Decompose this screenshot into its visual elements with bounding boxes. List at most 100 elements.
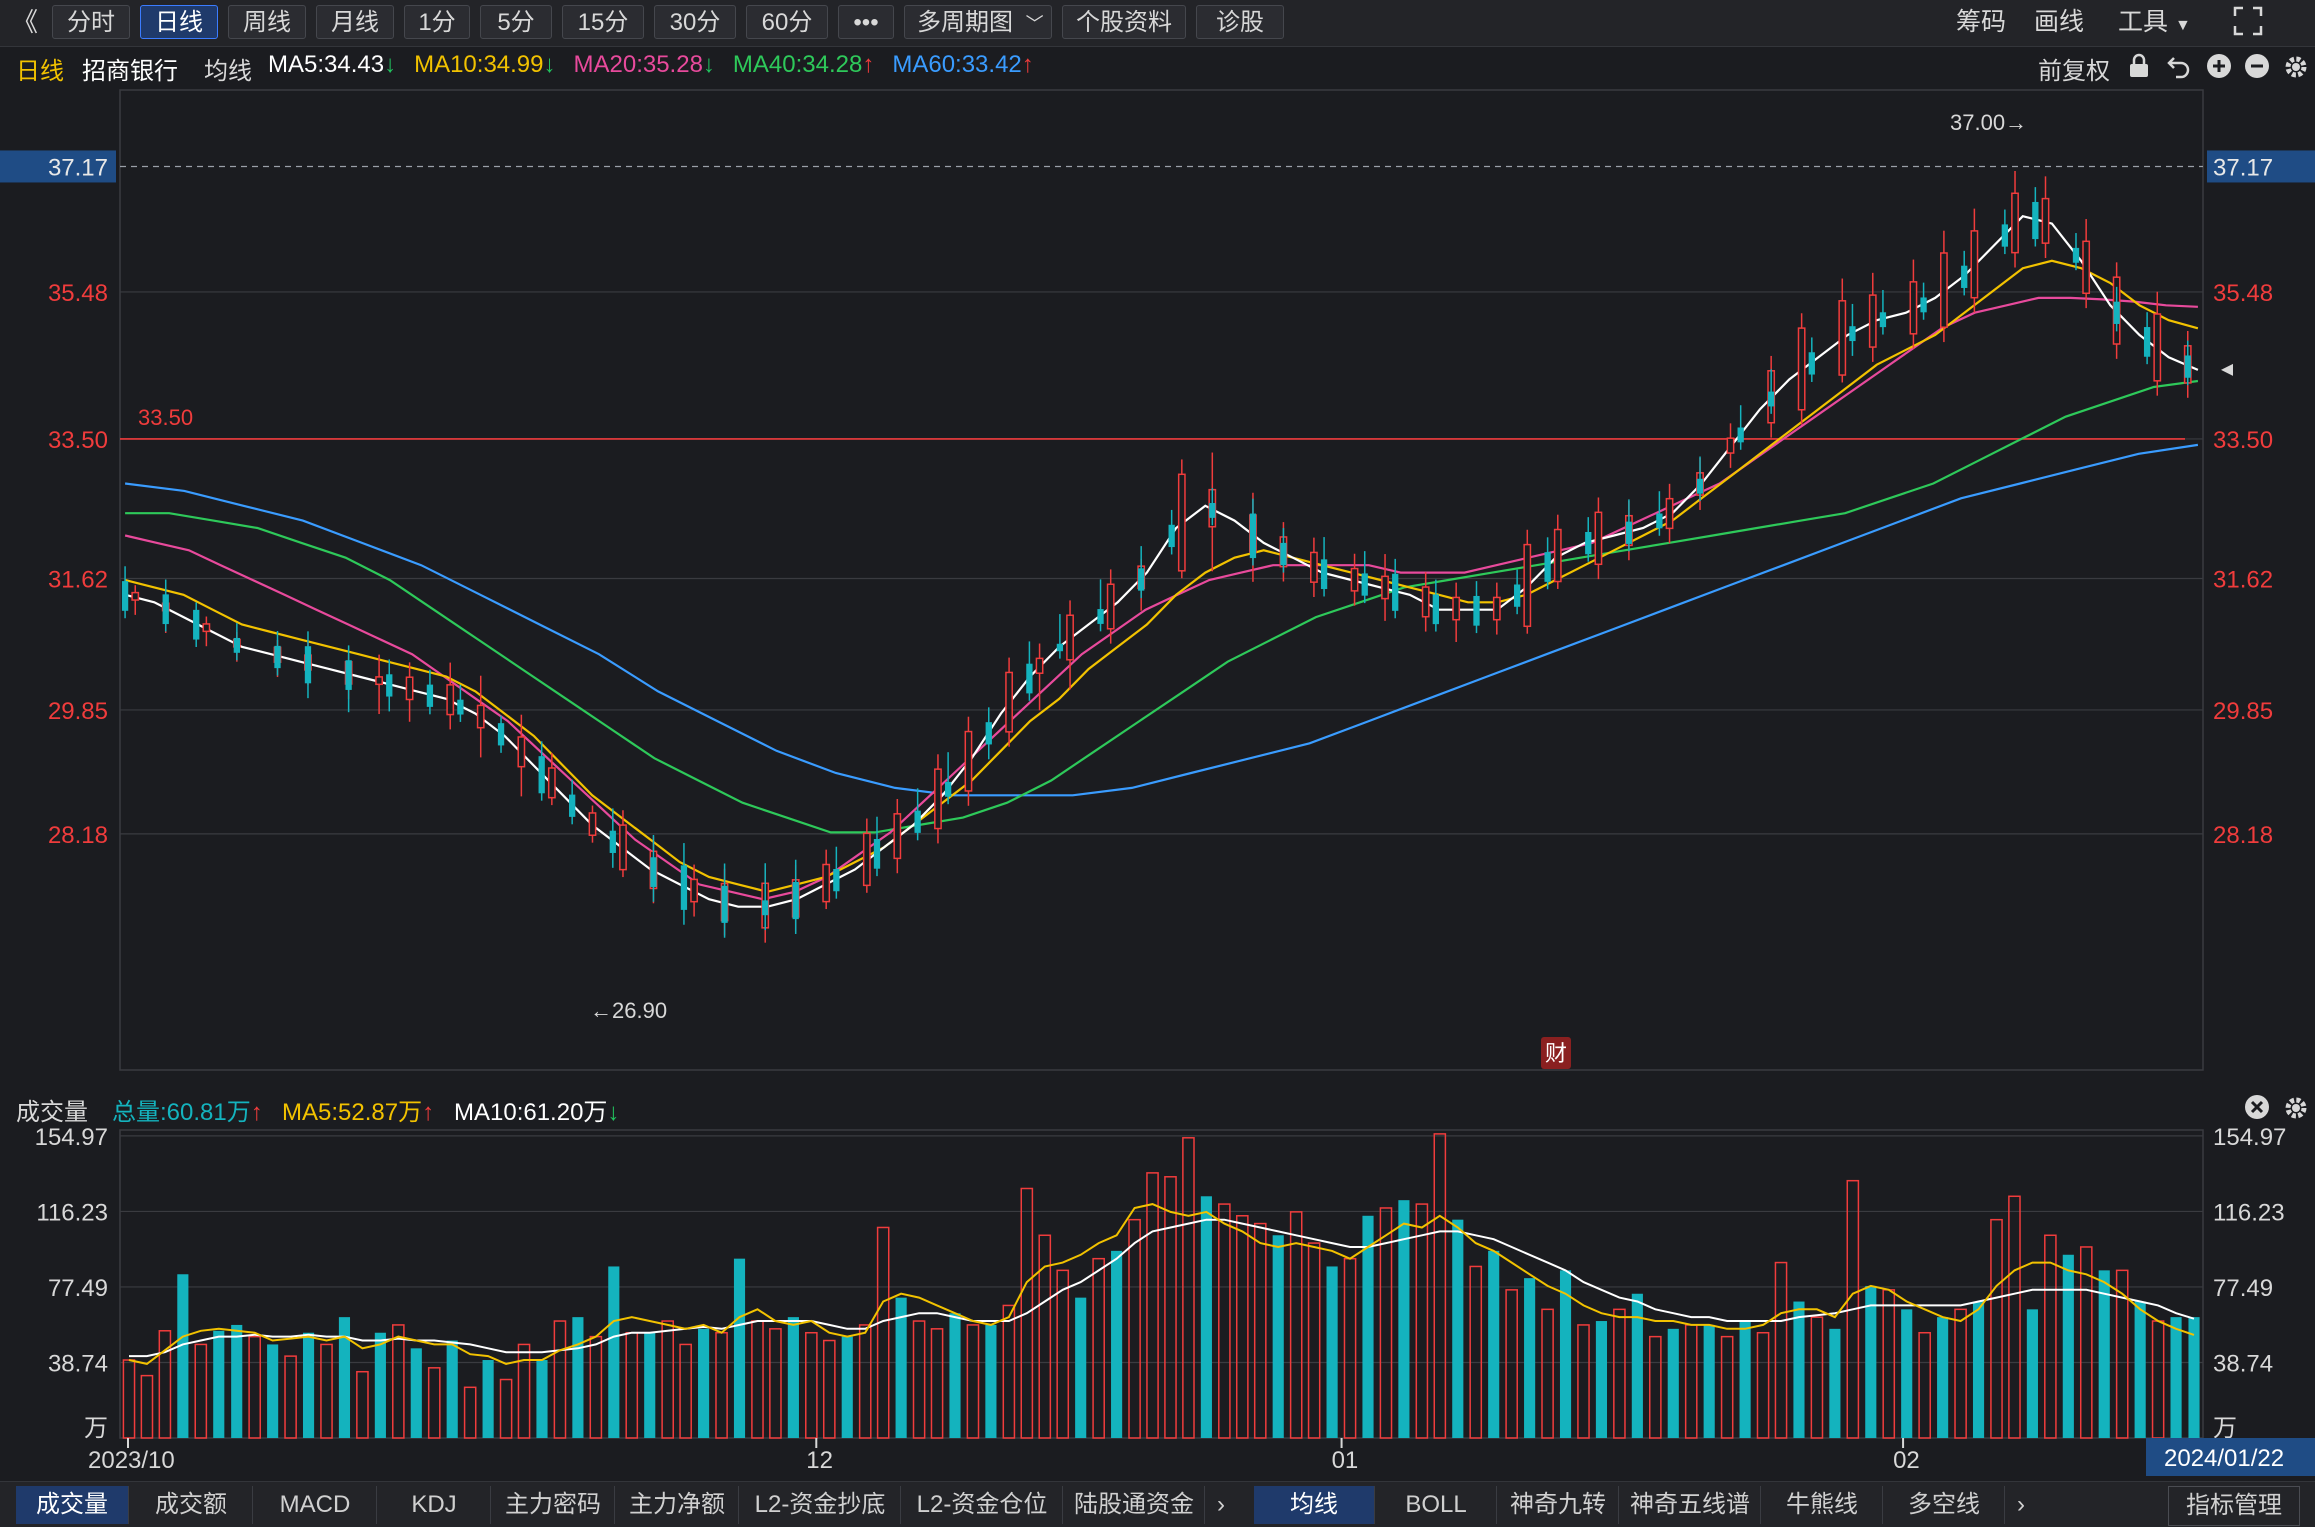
close-panel-icon[interactable] bbox=[2244, 1094, 2270, 1127]
volume-bar-down bbox=[2188, 1317, 2200, 1438]
down-candle bbox=[1544, 552, 1551, 582]
up-candle bbox=[1553, 528, 1562, 583]
undo-icon[interactable] bbox=[2166, 53, 2192, 86]
down-candle bbox=[1168, 524, 1175, 548]
double-chevron-left-icon[interactable]: 《 bbox=[12, 5, 38, 39]
adjust-mode-button[interactable]: 前复权 bbox=[2038, 51, 2110, 86]
volume-bar-down bbox=[572, 1317, 584, 1438]
tab-volume[interactable]: 成交量 bbox=[16, 1486, 129, 1524]
indicator-manage-button[interactable]: 指标管理 bbox=[2168, 1486, 2300, 1526]
up-candle bbox=[822, 863, 831, 903]
ma-trend-arrow: ↓ bbox=[543, 51, 556, 78]
ma-value-3: MA20:35.28↓ bbox=[573, 51, 715, 78]
down-candle bbox=[1808, 352, 1815, 375]
chips-button[interactable]: 筹码 bbox=[1956, 5, 2006, 39]
volume-bar-down bbox=[1901, 1309, 1913, 1438]
ma-value-2: MA10:34.99↓ bbox=[414, 51, 556, 78]
period-button-weekly[interactable]: 周线 bbox=[228, 5, 306, 39]
down-candle bbox=[457, 699, 464, 715]
tab-l2-position[interactable]: L2-资金仓位 bbox=[902, 1486, 1063, 1524]
price-tick-label-left: 29.85 bbox=[48, 698, 108, 725]
volume-bar-down bbox=[1488, 1250, 1500, 1438]
down-candle bbox=[2001, 224, 2009, 247]
volume-bar-up bbox=[715, 1331, 728, 1439]
chevron-right-icon[interactable]: › bbox=[1206, 1486, 1236, 1524]
date-tick-label: 2023/10 bbox=[88, 1447, 175, 1474]
diagnosis-button[interactable]: 诊股 bbox=[1196, 5, 1284, 39]
lock-icon[interactable] bbox=[2128, 53, 2150, 86]
date-tick-label: 01 bbox=[1332, 1447, 1359, 1474]
volume-settings-gear-icon[interactable] bbox=[2282, 1094, 2310, 1129]
tab-five-line[interactable]: 神奇五线谱 bbox=[1620, 1486, 1761, 1524]
tab-boll[interactable]: BOLL bbox=[1376, 1486, 1497, 1524]
moving-average-lines bbox=[124, 214, 2199, 908]
down-candle bbox=[2072, 247, 2080, 263]
kline-chart[interactable]: 37.17 37.17 35.48 35.48 33.50 33.50 31.62 31.62… bbox=[0, 88, 2315, 1480]
volume-bar-down bbox=[1075, 1297, 1087, 1438]
volume-bar-up bbox=[284, 1355, 297, 1439]
tab-kdj[interactable]: KDJ bbox=[378, 1486, 491, 1524]
tab-ma[interactable]: 均线 bbox=[1254, 1486, 1375, 1524]
volume-bar-down bbox=[2170, 1317, 2182, 1438]
multi-period-dropdown[interactable]: 多周期图 ﹀ bbox=[904, 5, 1052, 39]
tab-main-code[interactable]: 主力密码 bbox=[492, 1486, 615, 1524]
up-candle bbox=[202, 623, 211, 633]
volume-bar-up bbox=[876, 1226, 890, 1439]
volume-bar-up bbox=[392, 1324, 405, 1439]
volume-bar-down bbox=[949, 1313, 961, 1438]
volume-bar-up bbox=[1002, 1304, 1016, 1439]
period-button-15min[interactable]: 15分 bbox=[562, 5, 644, 39]
tools-dropdown[interactable]: 工具 ▼ bbox=[2118, 5, 2191, 39]
up-candle bbox=[1838, 300, 1847, 376]
tab-td9[interactable]: 神奇九转 bbox=[1498, 1486, 1619, 1524]
down-candle bbox=[1585, 531, 1592, 555]
period-button-timeshare[interactable]: 分时 bbox=[52, 5, 130, 39]
volume-ma-lines bbox=[128, 1203, 2195, 1365]
up-candle bbox=[1350, 567, 1359, 592]
price-tick-label-left: 28.18 bbox=[48, 822, 108, 849]
ma10-line bbox=[124, 259, 2199, 893]
draw-line-button[interactable]: 画线 bbox=[2034, 5, 2084, 39]
volume-bar-up bbox=[1307, 1242, 1321, 1439]
period-button-1min[interactable]: 1分 bbox=[404, 5, 470, 39]
zoom-in-icon[interactable] bbox=[2206, 53, 2232, 86]
support-line-label: 33.50 bbox=[138, 405, 193, 430]
volume-bar-down bbox=[841, 1336, 853, 1438]
volume-bar-up bbox=[589, 1335, 603, 1439]
tab-bull-bear[interactable]: 牛熊线 bbox=[1762, 1486, 1883, 1524]
tab-main-net[interactable]: 主力净额 bbox=[616, 1486, 739, 1524]
more-periods-button[interactable]: ••• bbox=[838, 5, 894, 39]
volume-tick-label-right: 154.97 bbox=[2213, 1124, 2286, 1151]
period-button-30min[interactable]: 30分 bbox=[654, 5, 736, 39]
period-button-5min[interactable]: 5分 bbox=[480, 5, 552, 39]
period-button-daily[interactable]: 日线 bbox=[140, 5, 218, 39]
low-price-annotation: ←26.90 bbox=[590, 998, 667, 1023]
down-candle bbox=[121, 581, 129, 611]
stock-info-button[interactable]: 个股资料 bbox=[1062, 5, 1186, 39]
price-tick-label-right: 37.17 bbox=[2213, 154, 2273, 181]
volume-bar-up bbox=[1756, 1331, 1770, 1439]
volume-bars[interactable] bbox=[122, 1133, 2200, 1439]
down-candle bbox=[1879, 312, 1887, 328]
volume-bar-up bbox=[1774, 1261, 1788, 1439]
tab-northbound[interactable]: 陆股通资金 bbox=[1064, 1486, 1205, 1524]
tab-macd[interactable]: MACD bbox=[254, 1486, 377, 1524]
volume-grid: 154.97 154.97 116.23 116.23 77.49 77.49 38.74 3… bbox=[35, 1124, 2287, 1442]
down-candle bbox=[304, 646, 312, 684]
tab-l2-bottom[interactable]: L2-资金抄底 bbox=[740, 1486, 901, 1524]
ma-section-label[interactable]: 均线 bbox=[204, 51, 252, 86]
period-button-monthly[interactable]: 月线 bbox=[316, 5, 394, 39]
volume-bar-up bbox=[1505, 1289, 1518, 1439]
period-button-60min[interactable]: 60分 bbox=[746, 5, 828, 39]
settings-gear-icon[interactable] bbox=[2282, 53, 2310, 88]
volume-tick-label-left: 77.49 bbox=[48, 1275, 108, 1302]
zoom-out-icon[interactable] bbox=[2244, 53, 2270, 86]
tab-turnover[interactable]: 成交额 bbox=[130, 1486, 253, 1524]
up-candle bbox=[1066, 614, 1074, 661]
up-candle bbox=[690, 878, 698, 903]
chevron-right-icon-2[interactable]: › bbox=[2006, 1486, 2036, 1524]
up-candle bbox=[405, 676, 414, 701]
fullscreen-icon[interactable] bbox=[2232, 5, 2264, 37]
volume-label[interactable]: 成交量 bbox=[16, 1092, 88, 1127]
tab-long-short[interactable]: 多空线 bbox=[1884, 1486, 2005, 1524]
